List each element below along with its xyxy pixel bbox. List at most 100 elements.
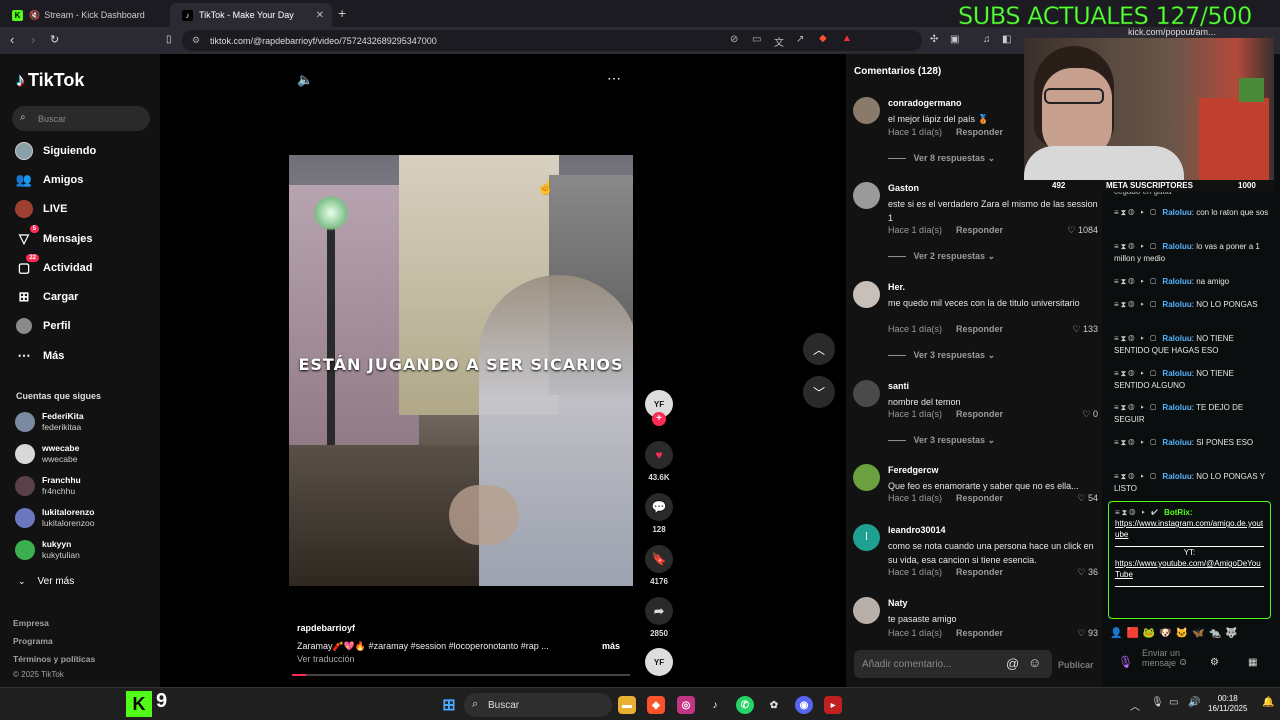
footer-link[interactable]: Programa bbox=[13, 636, 53, 646]
chat-user[interactable]: Raloluu bbox=[1162, 369, 1191, 378]
video-author[interactable]: rapdebarrioyf bbox=[297, 623, 355, 633]
view-replies-button[interactable]: —— Ver 3 respuestas ⌄ bbox=[888, 435, 995, 446]
author-avatar-button[interactable]: YF + bbox=[643, 390, 675, 426]
video-progress-track[interactable] bbox=[292, 674, 630, 676]
publish-button[interactable]: Publicar bbox=[1058, 660, 1094, 670]
comment-user[interactable]: conradogermano bbox=[888, 98, 962, 108]
comment-like-button[interactable]: ♡ 93 bbox=[1077, 628, 1098, 639]
chat-user[interactable]: Raloluu bbox=[1162, 472, 1191, 481]
emote-icon[interactable]: 🐸 bbox=[1143, 628, 1155, 642]
reply-button[interactable]: Responder bbox=[956, 324, 1003, 334]
brave-shield-icon[interactable]: ◆ bbox=[819, 33, 827, 44]
chevron-up-icon[interactable]: ︿ bbox=[1130, 698, 1140, 713]
new-tab-button[interactable]: + bbox=[338, 5, 346, 21]
mention-icon[interactable]: @ bbox=[1006, 656, 1019, 671]
chat-user[interactable]: Raloluu bbox=[1162, 403, 1191, 412]
discord-icon[interactable]: ◉ bbox=[795, 696, 813, 714]
screen-icon[interactable]: ▭ bbox=[752, 34, 761, 45]
following-account[interactable]: kukyyn kukytulian bbox=[15, 538, 80, 562]
music-icon[interactable]: ♫ bbox=[983, 34, 991, 45]
reply-button[interactable]: Responder bbox=[956, 225, 1003, 235]
emote-icon[interactable]: 🟥 bbox=[1126, 628, 1138, 642]
emote-icon[interactable]: 🐺 bbox=[1225, 628, 1237, 642]
reply-button[interactable]: Responder bbox=[956, 628, 1003, 638]
emote-picker-icon[interactable]: ☺ bbox=[1178, 657, 1188, 668]
view-replies-button[interactable]: —— Ver 3 respuestas ⌄ bbox=[888, 350, 995, 361]
site-info-icon[interactable]: ⚙ bbox=[192, 35, 200, 46]
tiktok-icon[interactable]: ♪ bbox=[706, 696, 724, 714]
comment-user[interactable]: Naty bbox=[888, 598, 908, 608]
reply-button[interactable]: Responder bbox=[956, 127, 1003, 137]
chat-user[interactable]: Raloluu bbox=[1162, 438, 1191, 447]
nav-amigos[interactable]: 👥 Amigos bbox=[14, 170, 83, 190]
microphone-icon[interactable]: 🎙 bbox=[1118, 655, 1133, 669]
avatar[interactable]: l bbox=[853, 524, 880, 551]
extensions-icon[interactable]: ✣ bbox=[930, 34, 938, 45]
translate-link[interactable]: Ver traducción bbox=[297, 654, 355, 664]
nav-live[interactable]: LIVE bbox=[14, 199, 67, 219]
view-replies-button[interactable]: —— Ver 2 respuestas ⌄ bbox=[888, 251, 995, 262]
comment-button[interactable]: 💬 128 bbox=[643, 493, 675, 534]
emote-icon[interactable]: 👤 bbox=[1110, 628, 1122, 642]
reply-button[interactable]: Responder bbox=[956, 493, 1003, 503]
reply-button[interactable]: Responder bbox=[956, 409, 1003, 419]
taskbar-search[interactable]: ⌕ Buscar bbox=[464, 693, 612, 717]
back-icon[interactable]: ‹ bbox=[10, 32, 14, 47]
see-more-button[interactable]: ⌄ Ver más bbox=[18, 571, 74, 591]
chat-user[interactable]: Raloluu bbox=[1162, 300, 1191, 309]
brave-rewards-icon[interactable]: ▲ bbox=[842, 33, 852, 44]
forward-icon[interactable]: › bbox=[31, 32, 35, 47]
view-replies-button[interactable]: —— Ver 8 respuestas ⌄ bbox=[888, 153, 995, 164]
emote-icon[interactable]: 🦋 bbox=[1192, 628, 1204, 642]
following-account[interactable]: wwecabe wwecabe bbox=[15, 442, 79, 466]
instagram-link[interactable]: https://www.instagram.com/amigo.de.youtu… bbox=[1115, 518, 1264, 540]
next-video-button[interactable]: ﹀ bbox=[803, 376, 835, 408]
instagram-icon[interactable]: ◎ bbox=[677, 696, 695, 714]
network-icon[interactable]: ▭ bbox=[1169, 697, 1178, 708]
avatar[interactable] bbox=[853, 182, 880, 209]
search-input[interactable]: ⌕ Buscar bbox=[12, 106, 150, 131]
nav-perfil[interactable]: Perfil bbox=[14, 316, 71, 336]
comment-like-button[interactable]: ♡ 1084 bbox=[1067, 225, 1098, 236]
emote-icon[interactable]: 🐀 bbox=[1209, 628, 1221, 642]
nav-actividad[interactable]: ▢ 22 Actividad bbox=[14, 254, 93, 278]
share-icon[interactable]: ↗ bbox=[796, 34, 804, 45]
speaker-icon[interactable]: 🔊 bbox=[1188, 697, 1200, 708]
emote-icon[interactable]: 🐱 bbox=[1176, 628, 1188, 642]
reload-icon[interactable]: ↻ bbox=[50, 33, 59, 46]
tab-kick-dashboard[interactable]: K 🔇 Stream - Kick Dashboard bbox=[0, 3, 168, 27]
file-explorer-icon[interactable]: ▬ bbox=[618, 696, 636, 714]
comment-user[interactable]: Her. bbox=[888, 282, 905, 292]
bookmark-icon[interactable]: ▯ bbox=[166, 34, 172, 45]
reply-button[interactable]: Responder bbox=[956, 567, 1003, 577]
like-button[interactable]: ♥ 43.6K bbox=[643, 441, 675, 482]
comment-like-button[interactable]: ♡ 0 bbox=[1082, 409, 1098, 420]
nav-siguiendo[interactable]: Siguiendo bbox=[14, 141, 96, 161]
chat-user[interactable]: Raloluu bbox=[1162, 334, 1191, 343]
footer-link[interactable]: Empresa bbox=[13, 618, 49, 628]
notification-icon[interactable]: 🔔 bbox=[1262, 697, 1274, 708]
follow-plus-icon[interactable]: + bbox=[652, 412, 666, 426]
following-account[interactable]: FederiKita federikitaa bbox=[15, 410, 84, 434]
share-button[interactable]: ➦ 2850 bbox=[643, 597, 675, 638]
store-icon[interactable]: ▦ bbox=[1248, 657, 1257, 668]
avatar[interactable] bbox=[853, 380, 880, 407]
chat-user[interactable]: Raloluu bbox=[1162, 208, 1191, 217]
translate-icon[interactable]: 文 bbox=[774, 34, 784, 49]
microphone-tray-icon[interactable]: 🎙 bbox=[1151, 697, 1164, 708]
comment-user[interactable]: Feredgercw bbox=[888, 465, 939, 475]
more-options-icon[interactable]: ⋯ bbox=[607, 70, 621, 87]
following-account[interactable]: Franchhu fr4nchhu bbox=[15, 474, 81, 498]
comment-user[interactable]: santi bbox=[888, 381, 909, 391]
sidebar-icon[interactable]: ▣ bbox=[950, 34, 959, 45]
send-message-input[interactable]: Enviar un mensaje bbox=[1142, 648, 1182, 678]
panel-icon[interactable]: ◧ bbox=[1002, 34, 1011, 45]
avatar[interactable] bbox=[853, 281, 880, 308]
settings-icon[interactable]: ⚙ bbox=[1210, 657, 1219, 668]
description-more-link[interactable]: más bbox=[602, 641, 620, 651]
avatar[interactable] bbox=[853, 464, 880, 491]
comment-like-button[interactable]: ♡ 133 bbox=[1072, 324, 1098, 335]
comment-user[interactable]: Gaston bbox=[888, 183, 919, 193]
bot-user[interactable]: BotRix: bbox=[1164, 508, 1192, 517]
nav-mas[interactable]: ⋯ Más bbox=[14, 346, 65, 366]
